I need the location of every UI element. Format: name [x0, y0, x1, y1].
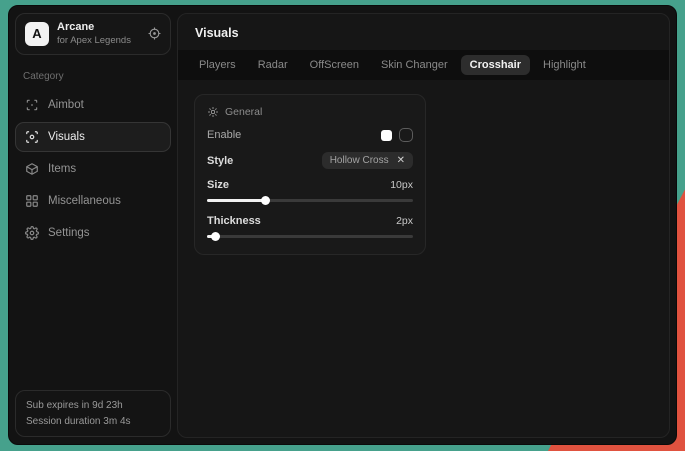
- style-select[interactable]: Hollow Cross ✕: [322, 152, 413, 169]
- tab-offscreen[interactable]: OffScreen: [301, 55, 368, 75]
- sidebar-item-items[interactable]: Items: [15, 154, 171, 184]
- gear-icon: [25, 226, 39, 240]
- general-card: General Enable Style Hollow Cross ✕: [194, 94, 426, 255]
- sidebar-item-miscellaneous[interactable]: Miscellaneous: [15, 186, 171, 216]
- size-label: Size: [207, 179, 229, 191]
- app-name: Arcane: [57, 21, 140, 35]
- crosshair-frame-icon: [25, 98, 39, 112]
- enable-checkbox[interactable]: [399, 128, 413, 142]
- target-icon[interactable]: [148, 27, 161, 40]
- sidebar-item-label: Settings: [48, 227, 90, 239]
- page-title: Visuals: [178, 14, 669, 50]
- thickness-slider-track: [207, 235, 413, 238]
- sub-expires-text: Sub expires in 9d 23h: [26, 398, 160, 414]
- thickness-row: Thickness 2px: [207, 215, 413, 227]
- size-slider-fill: [207, 199, 265, 202]
- app-subtitle: for Apex Legends: [57, 35, 140, 47]
- sidebar-item-label: Aimbot: [48, 99, 84, 111]
- sidebar-nav: Aimbot Visuals Items: [9, 90, 177, 248]
- style-selected-value: Hollow Cross: [330, 155, 389, 166]
- size-row: Size 10px: [207, 179, 413, 191]
- tab-bar: Players Radar OffScreen Skin Changer Cro…: [178, 50, 669, 80]
- tab-players[interactable]: Players: [190, 55, 245, 75]
- style-label: Style: [207, 155, 233, 167]
- thickness-slider-thumb[interactable]: [211, 232, 220, 241]
- general-card-title: General: [225, 106, 262, 118]
- app-window: A Arcane for Apex Legends Category: [8, 5, 677, 445]
- subscription-card: Sub expires in 9d 23h Session duration 3…: [15, 390, 171, 437]
- tab-content: General Enable Style Hollow Cross ✕: [178, 80, 669, 437]
- thickness-value: 2px: [396, 215, 413, 227]
- category-label: Category: [23, 71, 163, 82]
- grid-icon: [25, 194, 39, 208]
- thickness-label: Thickness: [207, 215, 261, 227]
- sidebar-item-label: Items: [48, 163, 76, 175]
- general-card-header: General: [207, 106, 413, 118]
- box-icon: [25, 162, 39, 176]
- clear-style-icon[interactable]: ✕: [397, 156, 405, 166]
- app-meta: Arcane for Apex Legends: [57, 21, 140, 47]
- sidebar-item-aimbot[interactable]: Aimbot: [15, 90, 171, 120]
- sun-settings-icon: [207, 106, 219, 118]
- app-logo-letter: A: [32, 26, 41, 41]
- thickness-slider[interactable]: [207, 232, 413, 241]
- size-value: 10px: [390, 179, 413, 191]
- sidebar-item-label: Visuals: [48, 131, 85, 143]
- tab-crosshair[interactable]: Crosshair: [461, 55, 530, 75]
- sidebar: A Arcane for Apex Legends Category: [9, 6, 177, 444]
- enable-label: Enable: [207, 129, 241, 141]
- tab-radar[interactable]: Radar: [249, 55, 297, 75]
- tab-highlight[interactable]: Highlight: [534, 55, 595, 75]
- size-slider[interactable]: [207, 196, 413, 205]
- tab-skin-changer[interactable]: Skin Changer: [372, 55, 457, 75]
- style-row: Style Hollow Cross ✕: [207, 152, 413, 169]
- sidebar-item-settings[interactable]: Settings: [15, 218, 171, 248]
- app-logo: A: [25, 22, 49, 46]
- sidebar-item-visuals[interactable]: Visuals: [15, 122, 171, 152]
- main-panel: Visuals Players Radar OffScreen Skin Cha…: [177, 13, 670, 438]
- eye-scan-icon: [25, 130, 39, 144]
- sidebar-item-label: Miscellaneous: [48, 195, 121, 207]
- enable-row: Enable: [207, 128, 413, 142]
- session-duration-text: Session duration 3m 4s: [26, 414, 160, 430]
- color-swatch[interactable]: [381, 130, 392, 141]
- app-header-card: A Arcane for Apex Legends: [15, 13, 171, 55]
- size-slider-thumb[interactable]: [261, 196, 270, 205]
